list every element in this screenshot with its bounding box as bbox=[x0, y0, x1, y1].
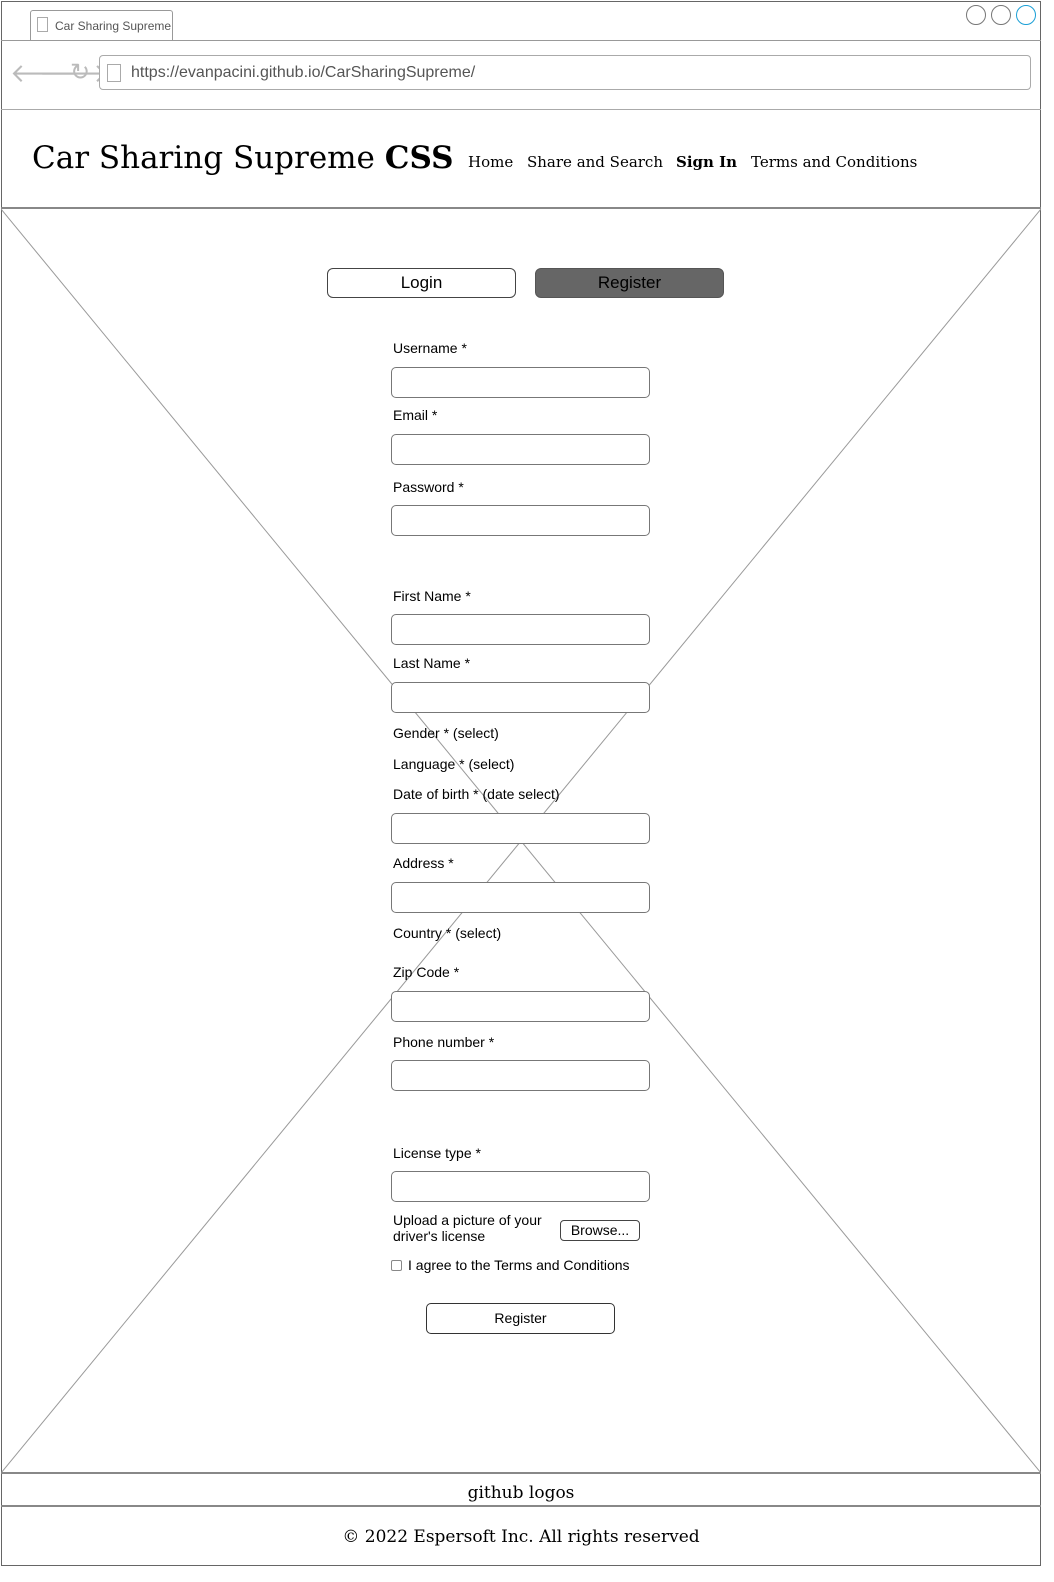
license-type-label: License type * bbox=[393, 1145, 481, 1161]
maximize-icon[interactable] bbox=[991, 5, 1011, 25]
nav-share-search[interactable]: Share and Search bbox=[527, 153, 663, 171]
password-input[interactable] bbox=[391, 505, 650, 536]
nav-sign-in[interactable]: Sign In bbox=[676, 153, 737, 171]
gender-select[interactable]: Gender * (select) bbox=[393, 725, 499, 741]
login-tab-button[interactable]: Login bbox=[327, 268, 516, 298]
nav-home[interactable]: Home bbox=[468, 153, 513, 171]
site-logo[interactable]: Car Sharing Supreme CSS bbox=[32, 140, 454, 176]
github-logos[interactable]: github logos bbox=[1, 1483, 1041, 1503]
username-label: Username * bbox=[393, 340, 467, 356]
brand-name: Car Sharing Supreme bbox=[32, 140, 375, 176]
last-name-input[interactable] bbox=[391, 682, 650, 713]
zip-label: Zip Code * bbox=[393, 964, 460, 980]
register-submit-button[interactable]: Register bbox=[426, 1303, 615, 1334]
language-select[interactable]: Language * (select) bbox=[393, 756, 514, 772]
phone-label: Phone number * bbox=[393, 1034, 495, 1050]
email-input[interactable] bbox=[391, 434, 650, 465]
dob-label: Date of birth * (date select) bbox=[393, 786, 560, 802]
footer-divider bbox=[1, 1505, 1041, 1507]
address-label: Address * bbox=[393, 855, 454, 871]
url-text[interactable]: https://evanpacini.github.io/CarSharingS… bbox=[131, 64, 475, 82]
upload-label-line2: driver's license bbox=[393, 1228, 486, 1244]
address-bar[interactable]: https://evanpacini.github.io/CarSharingS… bbox=[99, 55, 1031, 90]
password-label: Password * bbox=[393, 479, 464, 495]
phone-input[interactable] bbox=[391, 1060, 650, 1091]
register-tab-button[interactable]: Register bbox=[535, 268, 724, 298]
footer-top-divider bbox=[1, 1472, 1041, 1474]
terms-checkbox-label[interactable]: I agree to the Terms and Conditions bbox=[408, 1257, 630, 1273]
tab-strip-divider bbox=[1, 40, 1041, 41]
close-icon[interactable] bbox=[1016, 5, 1036, 25]
upload-label-line1: Upload a picture of your bbox=[393, 1212, 542, 1228]
nav-terms[interactable]: Terms and Conditions bbox=[751, 153, 917, 171]
email-label: Email * bbox=[393, 407, 438, 423]
zip-input[interactable] bbox=[391, 991, 650, 1022]
last-name-label: Last Name * bbox=[393, 655, 471, 671]
address-input[interactable] bbox=[391, 882, 650, 913]
country-select[interactable]: Country * (select) bbox=[393, 925, 501, 941]
tab-title: Car Sharing Supreme bbox=[55, 19, 172, 33]
license-type-input[interactable] bbox=[391, 1171, 650, 1202]
copyright-text: © 2022 Espersoft Inc. All rights reserve… bbox=[342, 1527, 700, 1547]
first-name-label: First Name * bbox=[393, 588, 471, 604]
page-icon bbox=[37, 17, 48, 32]
chrome-divider bbox=[1, 109, 1041, 110]
terms-checkbox[interactable] bbox=[391, 1260, 402, 1271]
browse-button[interactable]: Browse... bbox=[560, 1220, 640, 1241]
first-name-input[interactable] bbox=[391, 614, 650, 645]
page-icon bbox=[107, 64, 121, 82]
reload-icon[interactable]: ↻ bbox=[70, 60, 90, 86]
username-input[interactable] bbox=[391, 367, 650, 398]
brand-suffix: CSS bbox=[384, 140, 454, 176]
browser-tab[interactable]: Car Sharing Supreme bbox=[30, 10, 173, 40]
minimize-icon[interactable] bbox=[966, 5, 986, 25]
dob-input[interactable] bbox=[391, 813, 650, 844]
